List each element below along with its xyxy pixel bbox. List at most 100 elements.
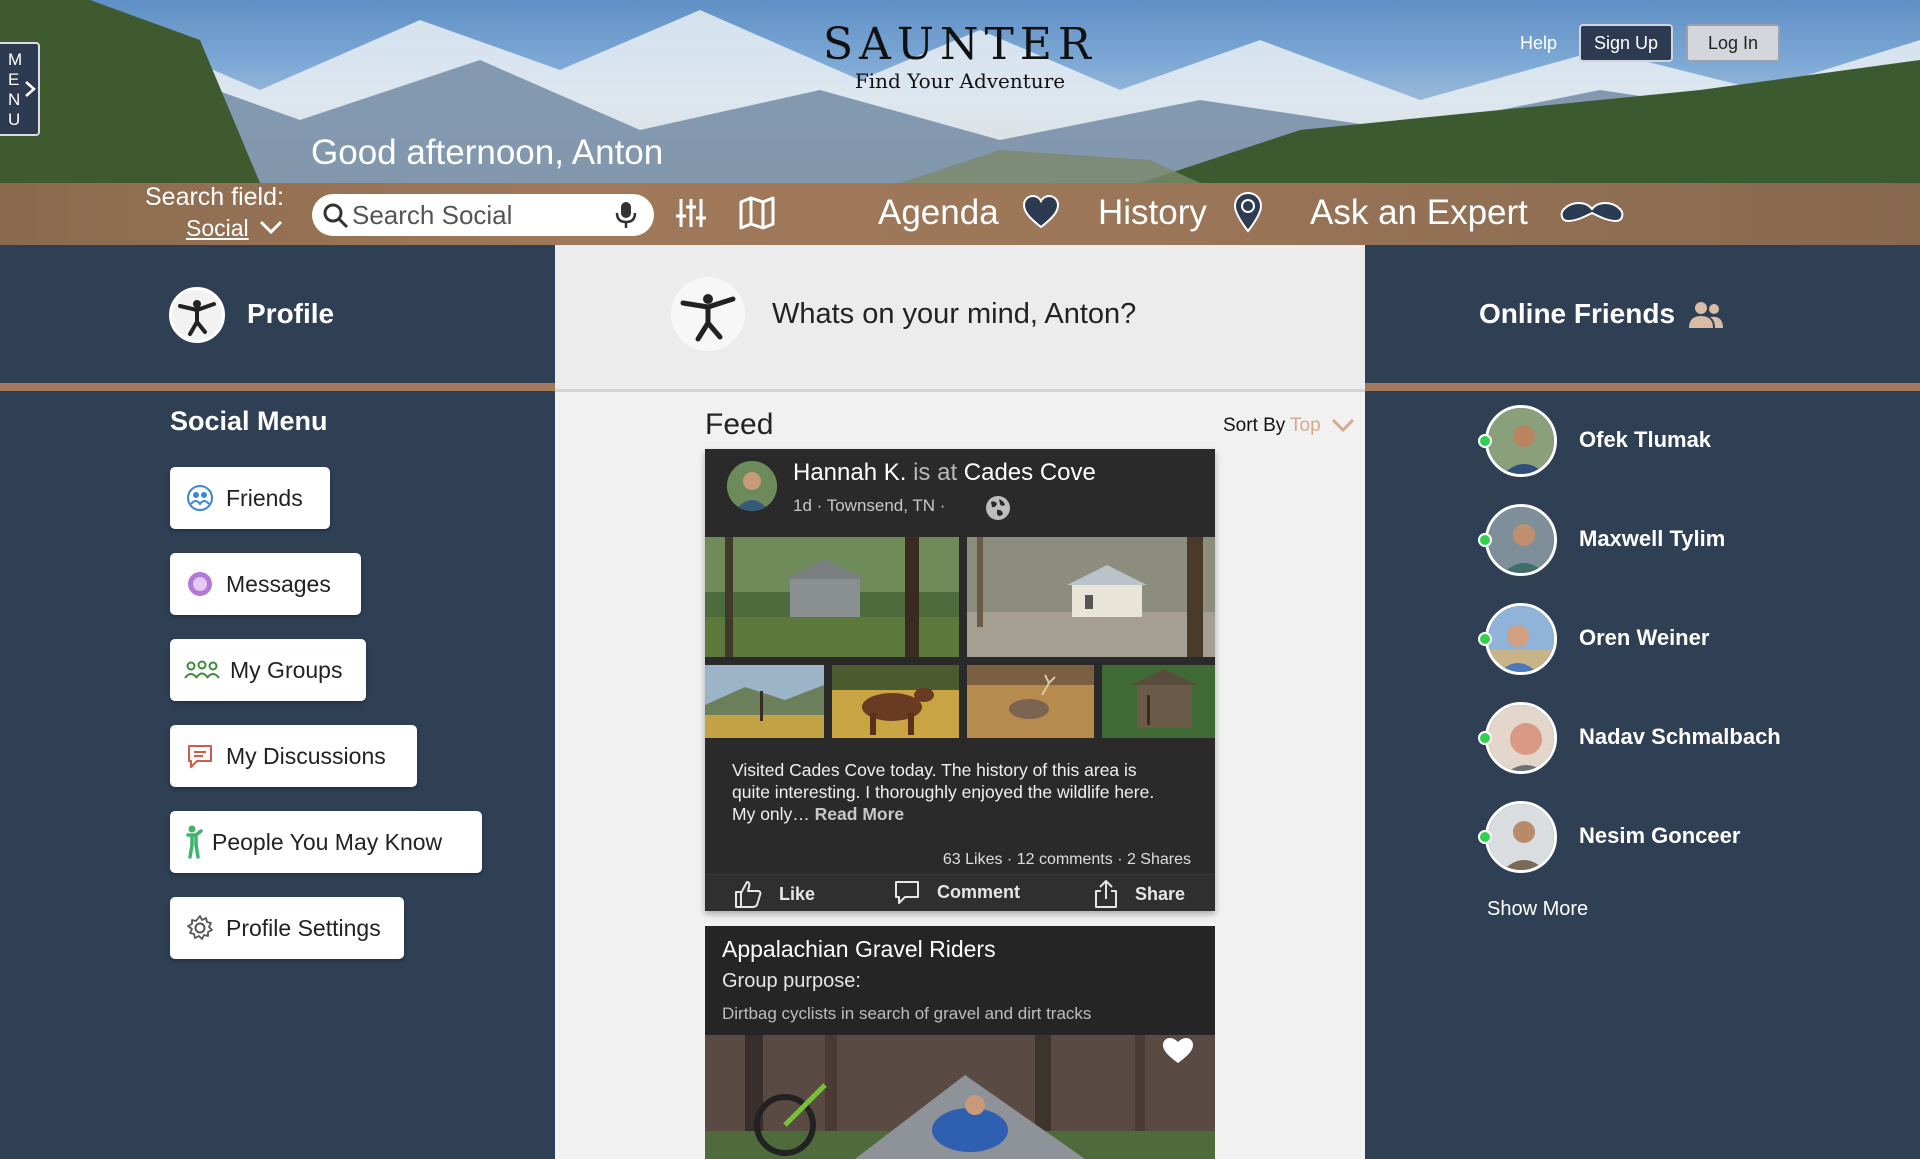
- comment-icon: [895, 881, 919, 904]
- post-composer[interactable]: Whats on your mind, Anton?: [555, 245, 1365, 392]
- post-photo[interactable]: [1102, 665, 1215, 738]
- friend-name: Oren Weiner: [1579, 625, 1710, 650]
- chevron-down-icon[interactable]: [1331, 417, 1355, 433]
- gear-icon: [184, 912, 216, 944]
- profile-settings-button[interactable]: Profile Settings: [170, 897, 404, 959]
- show-more-link[interactable]: Show More: [1487, 898, 1588, 921]
- search-icon: [323, 203, 349, 229]
- post-stats[interactable]: 63 Likes · 12 comments · 2 Shares: [943, 851, 1191, 869]
- social-menu-title: Social Menu: [170, 406, 328, 436]
- photo-bikepacking: [705, 1035, 1215, 1159]
- search-box[interactable]: [312, 194, 654, 236]
- online-status-dot: [1478, 434, 1492, 448]
- mustache-icon[interactable]: [1558, 199, 1626, 227]
- share-button[interactable]: Share: [1093, 879, 1185, 909]
- group-purpose-label: Group purpose:: [722, 970, 861, 992]
- read-more-link[interactable]: Read More: [815, 804, 904, 824]
- sign-up-button[interactable]: Sign Up: [1579, 24, 1673, 62]
- group-purpose: Dirtbag cyclists in search of gravel and…: [722, 1004, 1092, 1023]
- avatar-photo: [1488, 606, 1554, 672]
- friend-avatar: [1485, 603, 1557, 675]
- profile-avatar[interactable]: [169, 287, 225, 343]
- online-friend[interactable]: Nesim Gonceer: [1365, 801, 1920, 881]
- messages-button[interactable]: Messages: [170, 553, 361, 615]
- avatar-photo: [727, 461, 777, 511]
- map-icon[interactable]: [738, 196, 776, 230]
- comment-button[interactable]: Comment: [893, 879, 1020, 905]
- place-link[interactable]: Cades Cove: [964, 459, 1096, 486]
- logo[interactable]: SAUNTER Find Your Adventure: [820, 19, 1100, 93]
- like-button[interactable]: Like: [733, 879, 815, 909]
- search-field-dropdown[interactable]: Social: [186, 215, 249, 242]
- group-name[interactable]: Appalachian Gravel Riders: [722, 936, 996, 963]
- post-text: Visited Cades Cove today. The history of…: [732, 759, 1172, 825]
- person-icon: [184, 825, 204, 859]
- friend-name: Nesim Gonceer: [1579, 823, 1741, 848]
- menu-letter: M: [8, 50, 23, 69]
- sort-dropdown[interactable]: Top: [1290, 415, 1321, 437]
- microphone-icon[interactable]: [614, 201, 638, 229]
- menu-label: Messages: [226, 570, 331, 597]
- agenda-link[interactable]: Agenda: [878, 193, 999, 233]
- friend-avatar: [1485, 504, 1557, 576]
- brand-name: SAUNTER: [822, 19, 1098, 70]
- heart-icon[interactable]: [1022, 194, 1060, 230]
- menu-toggle[interactable]: M E N U: [0, 42, 40, 136]
- post-meta: 1d · Townsend, TN ·: [793, 496, 946, 515]
- log-in-button[interactable]: Log In: [1686, 24, 1780, 62]
- post-photo[interactable]: [705, 537, 959, 657]
- hero-banner: M E N U SAUNTER Find Your Adventure Help…: [0, 0, 1920, 183]
- photo-mill: [1102, 665, 1215, 738]
- avatar-photo: [1488, 705, 1554, 771]
- ask-expert-link[interactable]: Ask an Expert: [1310, 193, 1528, 233]
- post-photo[interactable]: [832, 665, 959, 738]
- nav-bar: Search field: Social Agenda History: [0, 183, 1920, 245]
- globe-icon: [986, 496, 1010, 520]
- chevron-down-icon[interactable]: [259, 219, 283, 235]
- avatar-photo: [1488, 804, 1554, 870]
- photo-field: [705, 665, 824, 738]
- photo-church: [967, 537, 1215, 657]
- groups-icon: [184, 654, 220, 686]
- feed-title: Feed: [705, 408, 774, 441]
- post-body: Visited Cades Cove today. The history of…: [732, 760, 1155, 824]
- menu-letter: U: [8, 110, 21, 129]
- post-photo[interactable]: [967, 665, 1094, 738]
- filter-sliders-icon[interactable]: [674, 196, 708, 230]
- avatar-photo: [1488, 408, 1554, 474]
- online-status-dot: [1478, 632, 1492, 646]
- friend-avatar: [1485, 801, 1557, 873]
- group-photo[interactable]: [705, 1035, 1215, 1159]
- help-link[interactable]: Help: [1520, 33, 1557, 54]
- friend-name: Maxwell Tylim: [1579, 526, 1726, 551]
- search-input[interactable]: [352, 198, 602, 232]
- profile-link[interactable]: Profile: [247, 298, 334, 330]
- friends-button[interactable]: Friends: [170, 467, 330, 529]
- history-link[interactable]: History: [1098, 193, 1207, 233]
- post-actions: Like Comment Share: [705, 874, 1215, 911]
- online-friend[interactable]: Ofek Tlumak: [1365, 405, 1920, 485]
- my-discussions-button[interactable]: My Discussions: [170, 725, 417, 787]
- post-photo[interactable]: [705, 665, 824, 738]
- my-groups-button[interactable]: My Groups: [170, 639, 366, 701]
- online-friend[interactable]: Nadav Schmalbach: [1365, 702, 1920, 782]
- section-divider: [0, 383, 555, 391]
- online-friend[interactable]: Oren Weiner: [1365, 603, 1920, 683]
- online-status-dot: [1478, 731, 1492, 745]
- thumbs-up-icon: [735, 881, 762, 908]
- avatar-photo: [1488, 507, 1554, 573]
- messages-icon: [184, 568, 216, 600]
- people-you-may-know-button[interactable]: People You May Know: [170, 811, 482, 873]
- location-pin-icon[interactable]: [1232, 191, 1264, 233]
- post-photo[interactable]: [967, 537, 1215, 657]
- photo-cabin: [705, 537, 959, 657]
- share-icon: [1095, 880, 1117, 908]
- sort-label: Sort By: [1223, 415, 1286, 436]
- online-friend[interactable]: Maxwell Tylim: [1365, 504, 1920, 584]
- group-card[interactable]: Appalachian Gravel Riders Group purpose:…: [705, 926, 1215, 1159]
- avatar-figure: [178, 300, 216, 336]
- author-name[interactable]: Hannah K.: [793, 459, 906, 486]
- menu-label: My Discussions: [226, 742, 386, 769]
- composer-prompt[interactable]: Whats on your mind, Anton?: [772, 298, 1136, 331]
- author-avatar[interactable]: [727, 461, 777, 511]
